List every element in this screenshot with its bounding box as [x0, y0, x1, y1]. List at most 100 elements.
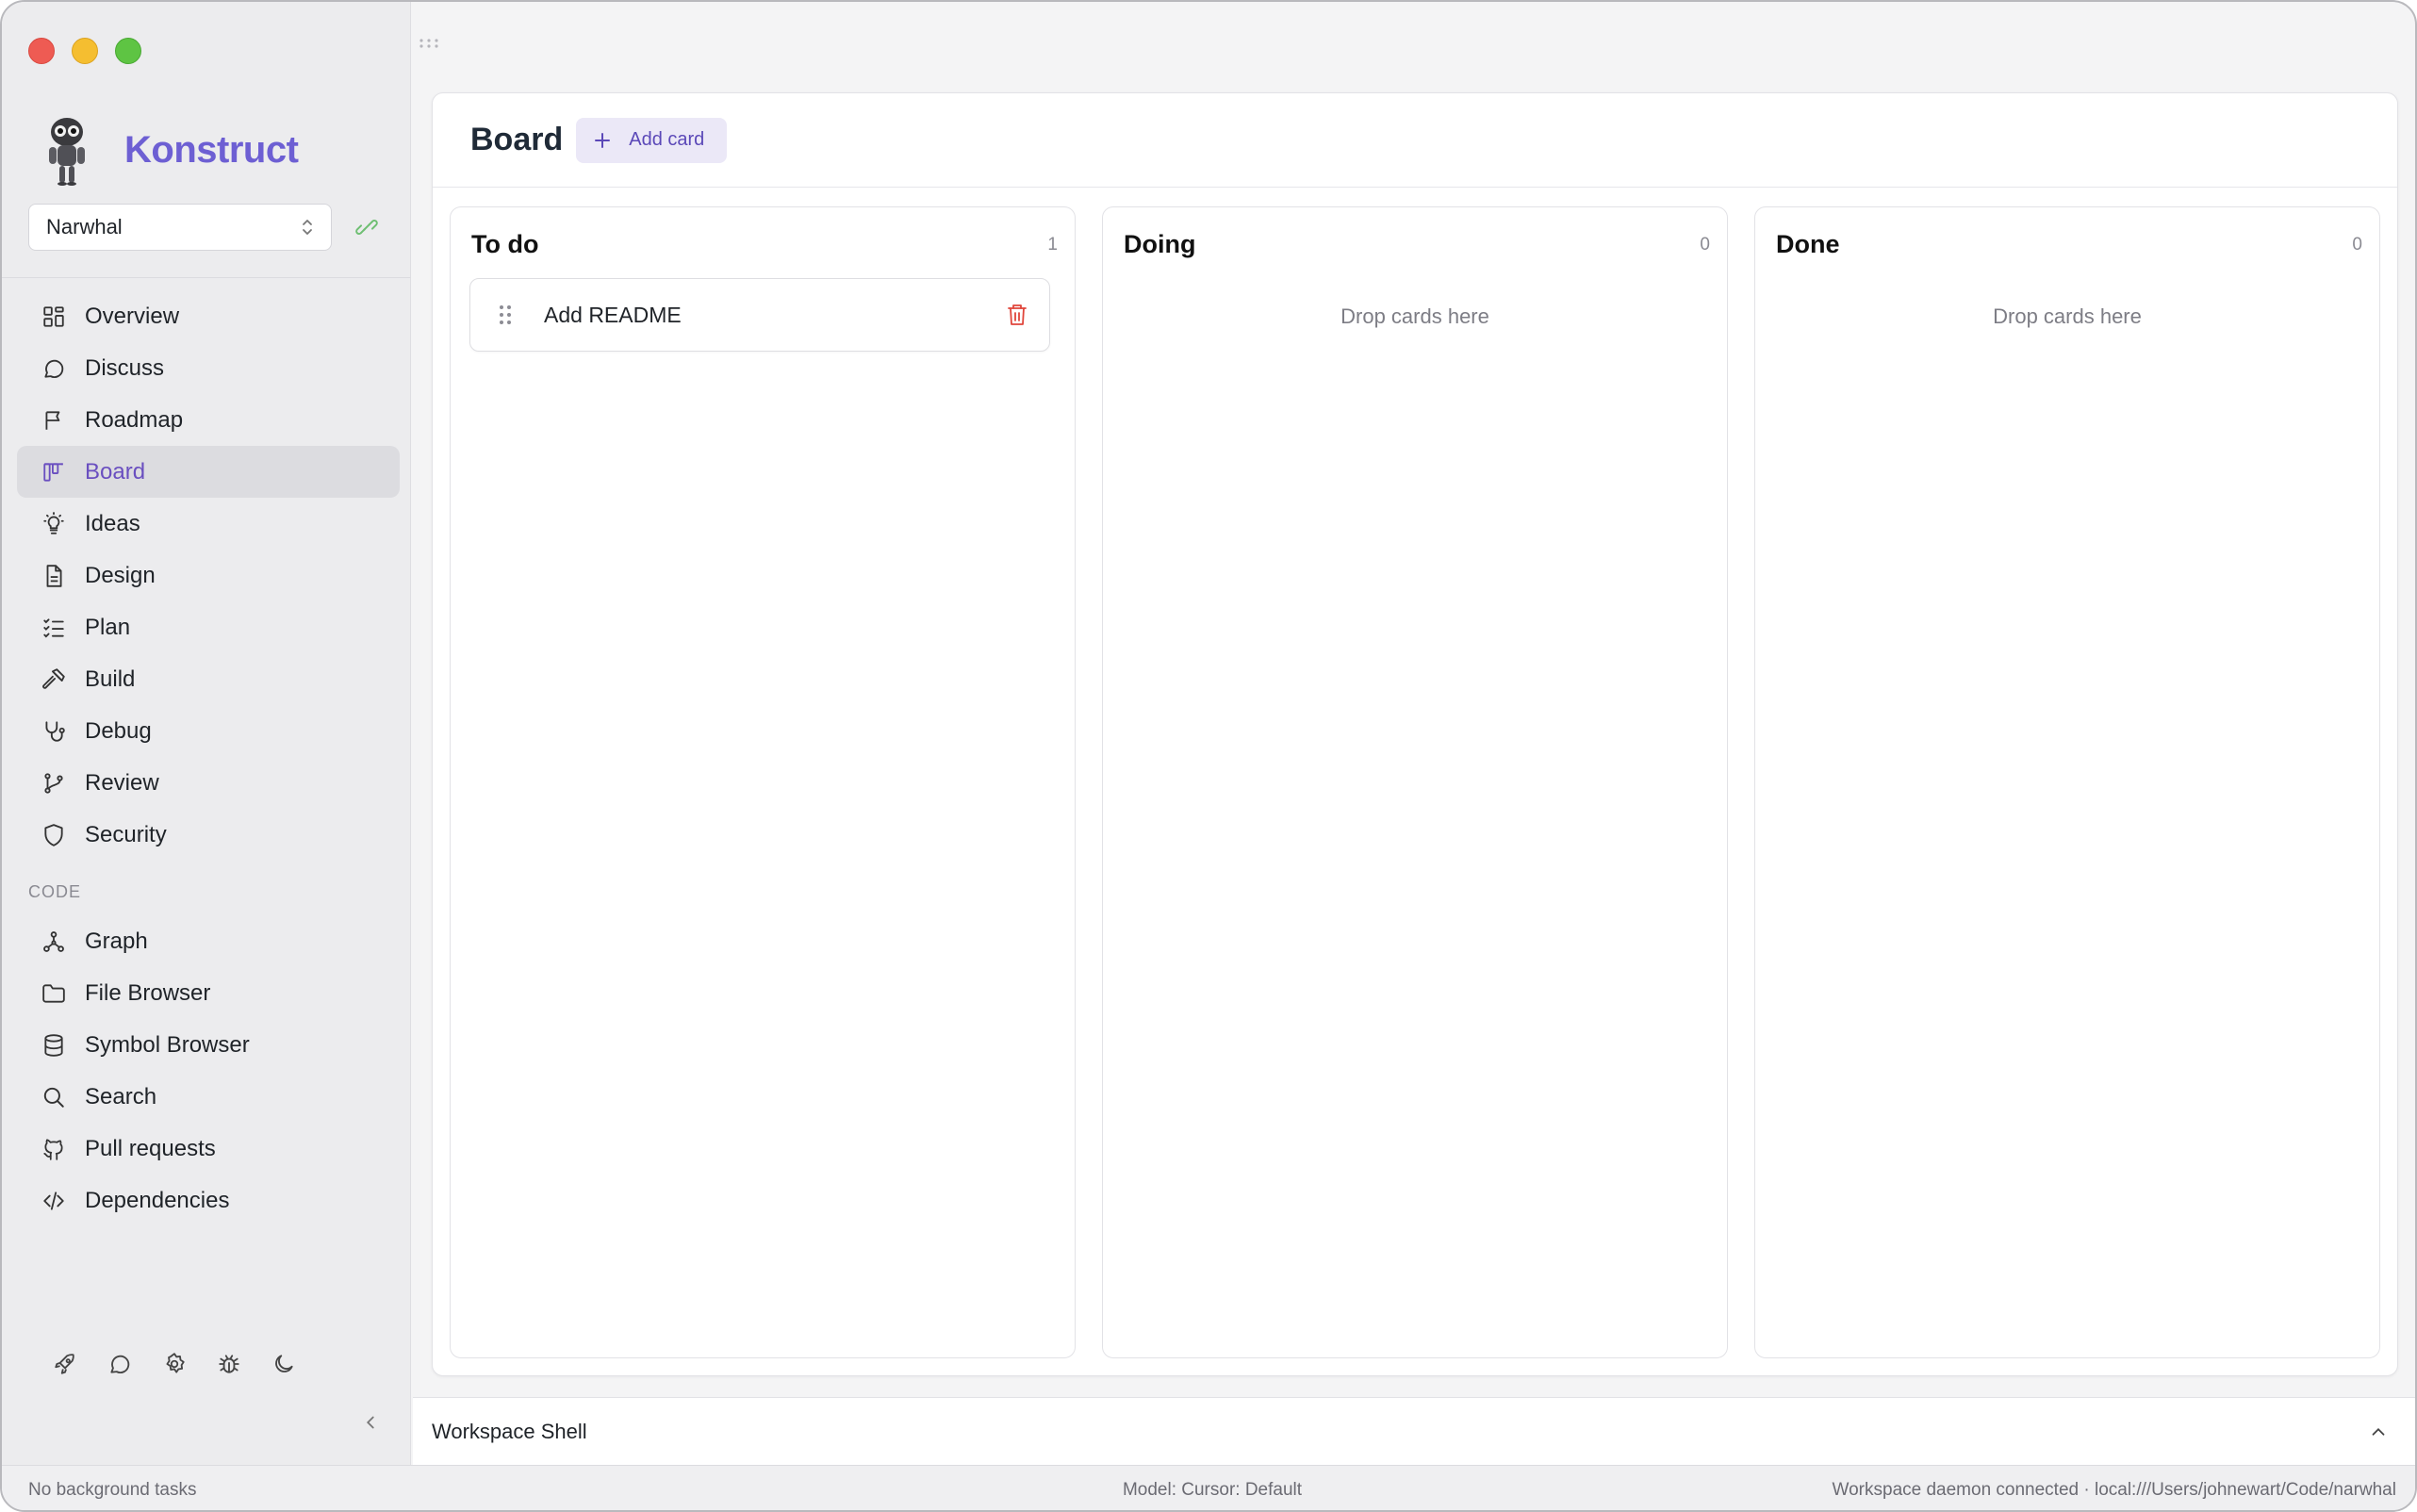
- drop-zone-hint[interactable]: Drop cards here: [1103, 304, 1727, 329]
- link-icon[interactable]: [354, 215, 379, 239]
- graph-nodes-icon: [43, 930, 64, 952]
- background-tasks-status: No background tasks: [28, 1479, 197, 1500]
- database-icon: [44, 1033, 63, 1057]
- sidebar-nav: Overview Discuss Roadmap Board Ideas Des…: [17, 290, 400, 1226]
- stethoscope-icon: [45, 720, 65, 742]
- sidebar-item-label: Review: [85, 769, 159, 796]
- sidebar-item-discuss[interactable]: Discuss: [17, 342, 400, 394]
- git-branch-icon: [44, 772, 63, 794]
- column-to-do: To do 1 Add README: [450, 206, 1076, 1358]
- board-panel: Board Add card To do 1 Add README Doing …: [432, 92, 2398, 1376]
- moon-icon[interactable]: [271, 1352, 296, 1376]
- sidebar-item-debug[interactable]: Debug: [17, 705, 400, 757]
- add-card-label: Add card: [629, 129, 705, 150]
- column-header: Done 0: [1755, 207, 2379, 259]
- kanban-icon: [43, 462, 63, 482]
- sidebar-item-design[interactable]: Design: [17, 550, 400, 601]
- sidebar-item-board[interactable]: Board: [17, 446, 400, 498]
- bug-icon[interactable]: [217, 1352, 241, 1376]
- sidebar-item-plan[interactable]: Plan: [17, 601, 400, 653]
- drop-zone-hint[interactable]: Drop cards here: [1755, 304, 2379, 329]
- board-columns: To do 1 Add README Doing 0 Drop cards he…: [450, 206, 2380, 1358]
- column-count: 1: [1047, 234, 1058, 255]
- sidebar-item-overview[interactable]: Overview: [17, 290, 400, 342]
- grid-icon: [43, 305, 64, 327]
- sidebar-divider: [2, 277, 411, 278]
- collapse-sidebar-icon[interactable]: [360, 1412, 381, 1433]
- sidebar-item-file-browser[interactable]: File Browser: [17, 967, 400, 1019]
- column-doing: Doing 0 Drop cards here: [1102, 206, 1728, 1358]
- column-title: To do: [471, 230, 539, 258]
- card-title: Add README: [544, 302, 682, 327]
- code-brackets-icon: [43, 1191, 64, 1210]
- drag-grip-icon[interactable]: [499, 304, 512, 326]
- add-card-button[interactable]: Add card: [576, 117, 728, 163]
- page-title: Board: [470, 122, 564, 157]
- hammer-icon: [42, 667, 65, 689]
- chevron-up-icon[interactable]: [2368, 1422, 2389, 1442]
- sidebar-item-label: Design: [85, 562, 156, 588]
- sidebar-item-label: Symbol Browser: [85, 1031, 250, 1058]
- sidebar-item-label: Debug: [85, 717, 152, 744]
- sidebar-section-code: CODE: [28, 882, 82, 901]
- sidebar-item-label: File Browser: [85, 979, 211, 1006]
- document-icon: [46, 564, 62, 587]
- sidebar: Konstruct Narwhal Overview Discuss Roadm: [2, 2, 411, 1465]
- sidebar-item-label: Board: [85, 458, 146, 485]
- sidebar-item-security[interactable]: Security: [17, 809, 400, 861]
- rocket-icon[interactable]: [53, 1352, 77, 1376]
- board-header: Board Add card: [433, 93, 2397, 188]
- project-select-value: Narwhal: [46, 215, 123, 238]
- column-title: Doing: [1124, 230, 1196, 258]
- sidebar-item-build[interactable]: Build: [17, 653, 400, 705]
- sidebar-item-label: Security: [85, 821, 167, 847]
- github-icon: [43, 1138, 63, 1160]
- sidebar-item-dependencies[interactable]: Dependencies: [17, 1175, 400, 1226]
- sidebar-item-label: Build: [85, 666, 136, 692]
- minimize-window-button[interactable]: [72, 38, 98, 64]
- sidebar-item-graph[interactable]: Graph: [17, 915, 400, 967]
- brand: Konstruct: [40, 113, 299, 187]
- sidebar-item-label: Plan: [85, 614, 131, 640]
- trash-icon[interactable]: [1006, 303, 1028, 327]
- plus-icon: [595, 132, 611, 148]
- column-header: To do 1: [451, 207, 1075, 259]
- sidebar-item-label: Search: [85, 1083, 157, 1109]
- status-bar: No background tasks Model: Cursor: Defau…: [2, 1465, 2415, 1510]
- column-header: Doing 0: [1103, 207, 1727, 259]
- column-title: Done: [1776, 230, 1840, 258]
- sidebar-item-label: Ideas: [85, 510, 140, 536]
- workspace-shell-bar[interactable]: Workspace Shell: [413, 1397, 2415, 1465]
- close-window-button[interactable]: [28, 38, 55, 64]
- folder-icon: [42, 983, 65, 1003]
- checklist-icon: [43, 617, 64, 638]
- window-controls: [28, 38, 141, 64]
- sidebar-item-symbol-browser[interactable]: Symbol Browser: [17, 1019, 400, 1071]
- lightbulb-icon: [43, 511, 64, 534]
- flag-icon: [45, 410, 60, 430]
- chat-icon[interactable]: [107, 1352, 132, 1376]
- sidebar-footer-icons: [53, 1352, 296, 1376]
- settings-gear-icon[interactable]: [162, 1352, 187, 1376]
- project-select[interactable]: Narwhal: [28, 204, 332, 251]
- column-count: 0: [2352, 234, 2362, 255]
- app-window: Konstruct Narwhal Overview Discuss Roadm: [0, 0, 2417, 1512]
- sidebar-item-label: Overview: [85, 303, 180, 329]
- sidebar-item-roadmap[interactable]: Roadmap: [17, 394, 400, 446]
- sidebar-item-ideas[interactable]: Ideas: [17, 498, 400, 550]
- board-card[interactable]: Add README: [469, 278, 1050, 352]
- shield-icon: [44, 823, 63, 846]
- column-count: 0: [1700, 234, 1710, 255]
- chat-bubble-icon: [44, 359, 64, 378]
- sidebar-item-search[interactable]: Search: [17, 1071, 400, 1123]
- workspace-shell-title: Workspace Shell: [432, 1419, 587, 1443]
- maximize-window-button[interactable]: [115, 38, 141, 64]
- sidebar-item-pull-requests[interactable]: Pull requests: [17, 1123, 400, 1175]
- sidebar-item-label: Discuss: [85, 354, 165, 381]
- column-done: Done 0 Drop cards here: [1754, 206, 2380, 1358]
- sidebar-item-label: Roadmap: [85, 406, 184, 433]
- drag-handle-icon[interactable]: [419, 38, 439, 49]
- model-status[interactable]: Model: Cursor: Default: [817, 1480, 1606, 1501]
- sidebar-item-label: Pull requests: [85, 1135, 216, 1161]
- sidebar-item-review[interactable]: Review: [17, 757, 400, 809]
